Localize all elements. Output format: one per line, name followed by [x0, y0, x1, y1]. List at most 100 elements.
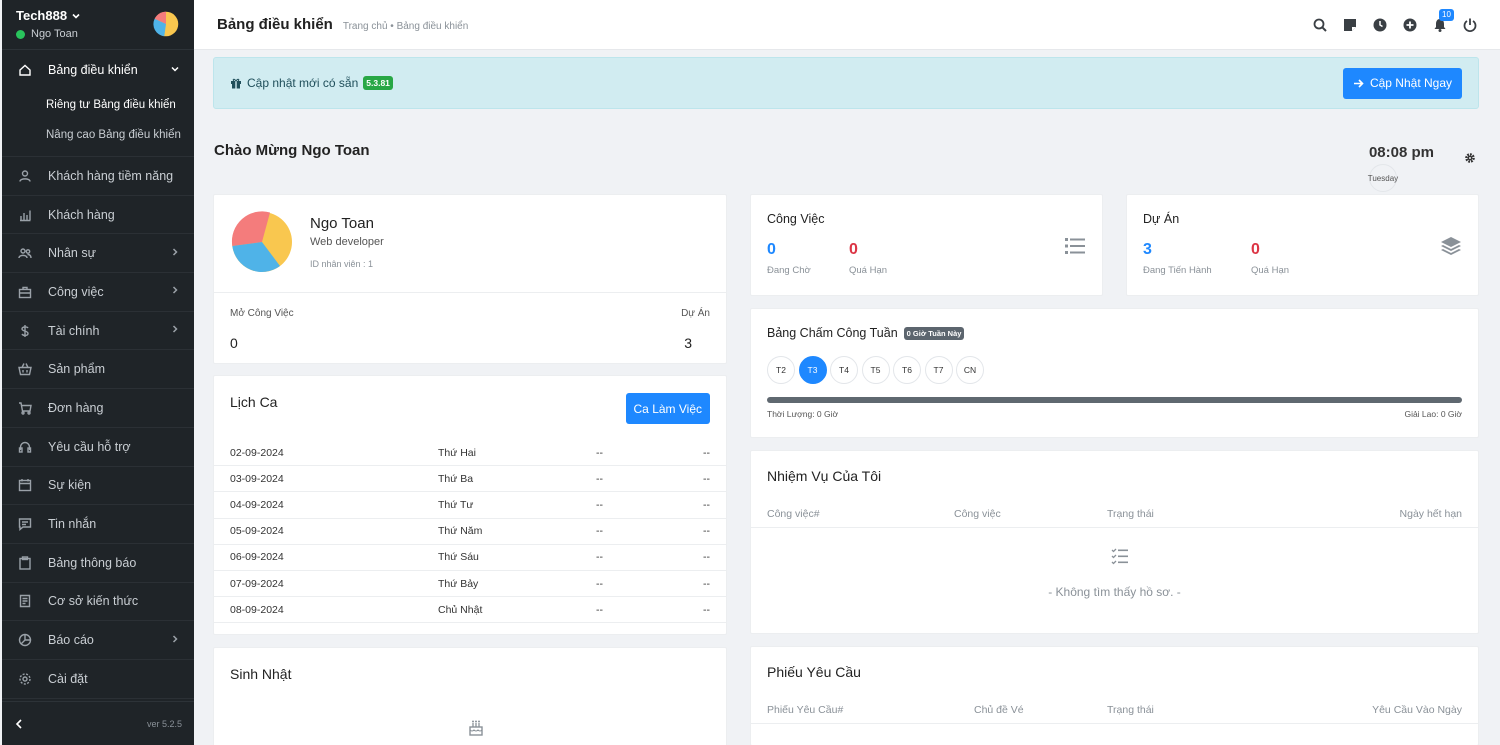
break-text: Giải Lao: 0 Giờ: [1404, 409, 1462, 419]
projects-label: Dự Án: [681, 308, 710, 319]
headset-icon: [18, 440, 32, 454]
weekday-button[interactable]: T6: [893, 356, 921, 384]
tasks-pending-value[interactable]: 0: [767, 241, 776, 259]
projects-overdue-value[interactable]: 0: [1251, 241, 1260, 259]
sidebar-item-label: Cơ sở kiến thức: [48, 594, 139, 609]
open-tasks-value[interactable]: 0: [230, 335, 238, 351]
tasks-stat-title: Công Việc: [767, 212, 825, 226]
profile-role: Web developer: [310, 236, 384, 248]
sidebar-item-1[interactable]: Khách hàng tiềm năng: [2, 157, 194, 196]
submenu-item[interactable]: Nâng cao Bảng điều khiển: [2, 120, 194, 150]
weekday-selector: T2 T3 T4 T5 T6 T7 CN: [767, 356, 984, 384]
table-row: 06-09-2024 Thứ Sáu -- --: [214, 545, 726, 571]
birthday-cake-icon: [469, 720, 483, 736]
table-row: 02-09-2024 Thứ Hai -- --: [214, 440, 726, 467]
pie-chart-icon: [18, 633, 32, 647]
update-alert: Cập nhật mới có sẵn 5.3.81 Cập Nhật Ngay: [213, 57, 1479, 109]
shift-button[interactable]: Ca Làm Việc: [625, 393, 710, 424]
shift-end: --: [703, 472, 710, 485]
divider: [214, 292, 726, 293]
sidebar-item-label: Tin nhắn: [48, 517, 97, 532]
list-icon: [1065, 238, 1085, 254]
sidebar-item-14[interactable]: Cài đặt: [2, 660, 194, 699]
sidebar-item-label: Khách hàng: [48, 207, 115, 222]
shift-date: 08-09-2024: [230, 603, 284, 616]
sidebar-item-3[interactable]: Nhân sự: [2, 234, 194, 274]
projects-progress-label: Đang Tiến Hành: [1143, 265, 1212, 276]
sidebar-item-10[interactable]: Tin nhắn: [2, 505, 194, 544]
current-day: Tuesday: [1368, 164, 1398, 192]
update-now-button[interactable]: Cập Nhật Ngay: [1342, 67, 1462, 99]
shift-weekday: Thứ Tư: [438, 498, 474, 511]
sticky-note-icon[interactable]: [1342, 17, 1358, 33]
shift-end: --: [703, 577, 710, 590]
sidebar-item-9[interactable]: Sự kiện: [2, 467, 194, 506]
sidebar-item-label: Sản phẩm: [48, 362, 105, 377]
chevron-right-icon: [170, 247, 180, 260]
my-tasks-table-header: Công việc# Công việc Trạng thái Ngày hết…: [751, 502, 1478, 528]
projects-value[interactable]: 3: [684, 335, 692, 351]
sidebar-item-11[interactable]: Bảng thông báo: [2, 544, 194, 583]
sidebar-header: Tech888 Ngo Toan: [2, 0, 194, 50]
my-tasks-title: Nhiệm Vụ Của Tôi: [767, 468, 882, 484]
add-circle-icon[interactable]: [1402, 17, 1418, 33]
submenu-item[interactable]: Riêng tư Bảng điều khiển: [2, 90, 194, 120]
search-icon[interactable]: [1312, 17, 1328, 33]
column-header[interactable]: Công việc: [954, 508, 1001, 520]
arrow-right-icon: [1353, 78, 1364, 88]
calendar-icon: [18, 478, 32, 492]
shift-end: --: [703, 603, 710, 616]
sidebar-item-label: Khách hàng tiềm năng: [48, 168, 174, 183]
column-header[interactable]: Trạng thái: [1107, 704, 1154, 716]
weekday-button[interactable]: T5: [861, 356, 890, 384]
sidebar-item-0[interactable]: Bảng điều khiển: [2, 50, 194, 90]
profile-card: Ngo Toan Web developer ID nhân viên : 1 …: [213, 194, 727, 364]
sidebar-item-4[interactable]: Công việc: [2, 273, 194, 312]
company-name: Tech888: [16, 8, 68, 23]
table-row: 08-09-2024 Chủ Nhật -- --: [214, 597, 726, 624]
column-header[interactable]: Phiếu Yêu Cầu#: [767, 704, 843, 716]
weekday-button[interactable]: T3: [798, 356, 827, 384]
weekday-button[interactable]: T7: [924, 356, 953, 384]
briefcase-icon: [18, 285, 32, 299]
column-header[interactable]: Chủ đề Vé: [974, 704, 1024, 716]
sidebar-item-7[interactable]: Đơn hàng: [2, 389, 194, 428]
avatar: [231, 211, 292, 272]
shift-button-label: Ca Làm Việc: [633, 401, 702, 416]
clock-icon[interactable]: [1372, 17, 1388, 33]
shift-date: 04-09-2024: [230, 498, 284, 511]
column-header[interactable]: Ngày hết hạn: [1400, 508, 1462, 520]
tasks-overdue-value[interactable]: 0: [849, 241, 858, 259]
gear-icon[interactable]: [1464, 152, 1476, 164]
sidebar-item-6[interactable]: Sản phẩm: [2, 350, 194, 390]
weekday-button[interactable]: T2: [767, 356, 795, 384]
empty-state-text: - Không tìm thấy hồ sơ. -: [1048, 585, 1181, 599]
basket-icon: [18, 362, 32, 376]
weekday-button[interactable]: CN: [956, 356, 984, 384]
column-header[interactable]: Yêu Cầu Vào Ngày: [1372, 704, 1462, 716]
shift-start: --: [596, 603, 603, 616]
shift-start: --: [596, 577, 603, 590]
shift-end: --: [703, 525, 710, 538]
sidebar-item-13[interactable]: Báo cáo: [2, 621, 194, 660]
weekday-button[interactable]: T4: [830, 356, 858, 384]
collapse-sidebar-icon[interactable]: [14, 718, 24, 730]
breadcrumb[interactable]: Trang chủ • Bảng điều khiển: [343, 21, 468, 32]
clipboard-icon: [18, 556, 32, 570]
tickets-table-header: Phiếu Yêu Cầu# Chủ đề Vé Trạng thái Yêu …: [751, 698, 1478, 724]
shift-start: --: [596, 472, 603, 485]
sidebar-item-5[interactable]: Tài chính: [2, 312, 194, 351]
sidebar-item-2[interactable]: Khách hàng: [2, 196, 194, 235]
chevron-right-icon: [170, 324, 180, 337]
home-icon: [18, 63, 32, 77]
weekly-timesheet-card: Bảng Chấm Công Tuần 0 Giờ Tuần Này T2 T3 T4…: [750, 308, 1479, 438]
shift-start: --: [596, 446, 603, 459]
sidebar-item-12[interactable]: Cơ sở kiến thức: [2, 583, 194, 622]
column-header[interactable]: Công việc#: [767, 508, 820, 520]
bell-icon[interactable]: 10: [1432, 8, 1454, 33]
shift-start: --: [596, 498, 603, 511]
column-header[interactable]: Trạng thái: [1107, 508, 1154, 520]
projects-progress-value[interactable]: 3: [1143, 241, 1152, 259]
power-icon[interactable]: [1462, 17, 1478, 33]
sidebar-item-8[interactable]: Yêu cầu hỗ trợ: [2, 428, 194, 467]
